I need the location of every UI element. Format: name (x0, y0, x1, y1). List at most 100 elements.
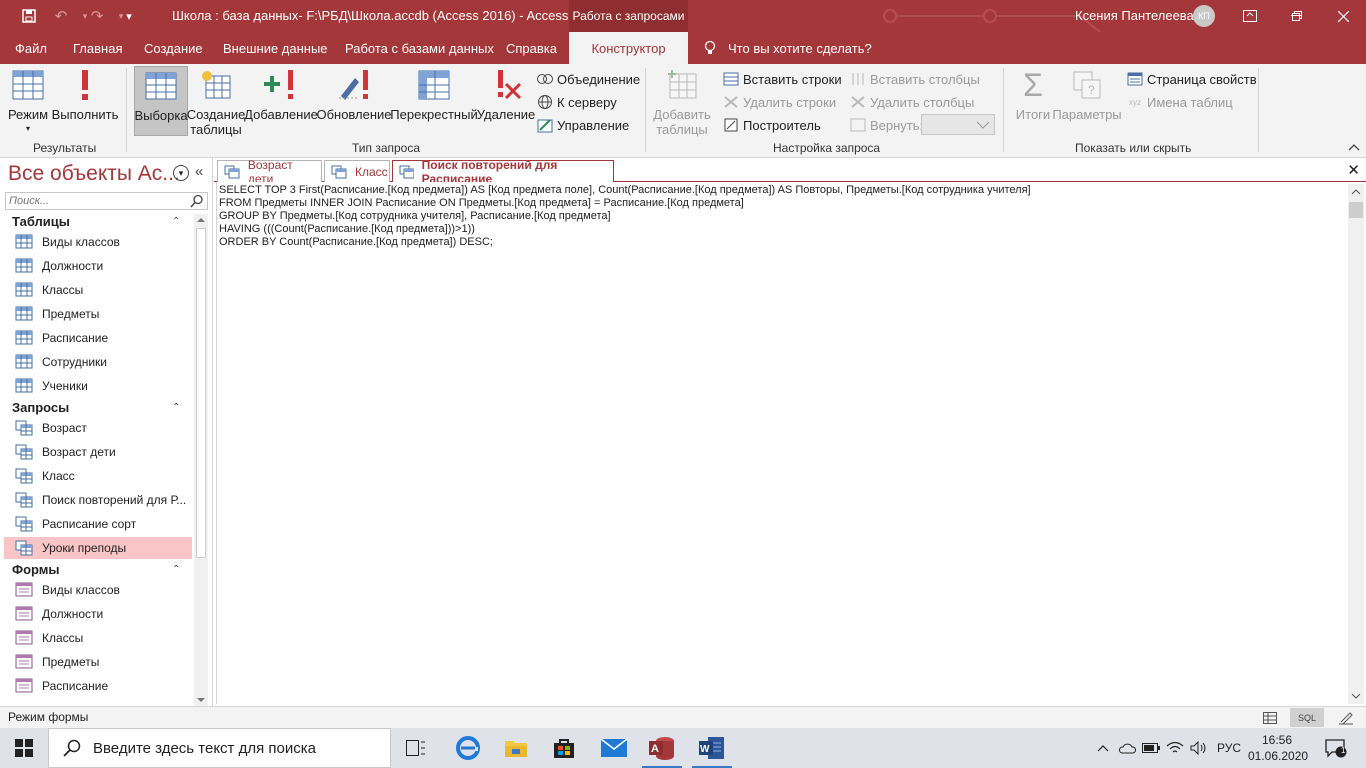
tell-me-box[interactable]: Что вы хотите сделать? (704, 32, 872, 64)
collapse-group-icon[interactable]: ⌃ (172, 564, 180, 575)
parameters-button[interactable]: ? Параметры (1052, 68, 1122, 122)
input-language[interactable]: РУС (1212, 728, 1246, 768)
restore-icon[interactable] (1274, 0, 1320, 32)
delete-query-button[interactable]: Удаление (477, 68, 535, 122)
tab-design[interactable]: Конструктор (569, 32, 688, 64)
totals-button[interactable]: Σ Итоги (1012, 67, 1054, 123)
datasheet-view-icon[interactable] (1260, 708, 1280, 727)
edge-browser-icon[interactable] (444, 728, 492, 768)
task-view-icon[interactable] (392, 728, 440, 768)
nav-item-form[interactable]: Классы (4, 627, 192, 649)
nav-item-table[interactable]: Расписание (4, 327, 192, 349)
run-button[interactable]: Выполнить (52, 68, 118, 122)
search-icon[interactable] (190, 194, 204, 208)
sql-editor[interactable]: SELECT TOP 3 First(Расписание.[Код предм… (216, 182, 1348, 704)
nav-item-table[interactable]: Сотрудники (4, 351, 192, 373)
return-select[interactable] (921, 114, 995, 135)
nav-item-query[interactable]: Возраст дети (4, 441, 192, 463)
sql-scrollbar[interactable] (1348, 184, 1364, 704)
design-view-icon[interactable] (1334, 708, 1358, 727)
collapse-ribbon-icon[interactable] (1348, 142, 1360, 154)
nav-item-table[interactable]: Ученики (4, 375, 192, 397)
select-query-button[interactable]: Выборка (134, 66, 188, 136)
update-query-button[interactable]: Обновление (316, 68, 392, 122)
tab-help[interactable]: Справка (506, 32, 557, 64)
system-clock[interactable]: 16:56 01.06.2020 (1248, 732, 1308, 764)
shutter-bar-close-icon[interactable]: « (195, 163, 203, 180)
insert-columns-button[interactable]: Вставить столбцы (850, 69, 980, 89)
data-definition-button[interactable]: Управление (537, 115, 629, 135)
tab-external-data[interactable]: Внешние данные (223, 32, 328, 64)
battery-icon[interactable] (1140, 728, 1162, 768)
onedrive-cloud-icon[interactable] (1116, 728, 1138, 768)
crosstab-query-button[interactable]: Перекрестный (390, 68, 478, 122)
nav-item-query-selected[interactable]: Уроки преподы (4, 537, 192, 559)
sql-view-button[interactable]: SQL (1290, 708, 1324, 727)
windows-start-icon[interactable] (0, 728, 48, 768)
passthrough-query-button[interactable]: К серверу (537, 92, 617, 112)
nav-scroll-thumb[interactable] (196, 228, 206, 558)
nav-group-forms[interactable]: Формы (12, 562, 60, 577)
builder-button[interactable]: Построитель (723, 115, 821, 135)
nav-item-table[interactable]: Классы (4, 279, 192, 301)
word-app-icon[interactable]: W (688, 728, 736, 768)
doc-tab-query[interactable]: Возраст дети (217, 158, 322, 186)
collapse-group-icon[interactable]: ⌃ (172, 402, 180, 413)
wifi-icon[interactable] (1164, 728, 1186, 768)
user-name[interactable]: Ксения Пантелеева (1075, 8, 1194, 23)
ribbon-display-options-icon[interactable] (1227, 0, 1273, 32)
close-icon[interactable] (1320, 0, 1366, 32)
delete-rows-button[interactable]: Удалить строки (723, 92, 836, 112)
notifications-icon[interactable]: 1 (1316, 728, 1356, 768)
nav-item-form[interactable]: Должности (4, 603, 192, 625)
nav-menu-chevron-icon[interactable]: ▾ (173, 165, 189, 181)
mail-icon[interactable] (590, 728, 638, 768)
collapse-group-icon[interactable]: ⌃ (172, 216, 180, 227)
union-query-button[interactable]: Объединение (537, 69, 640, 89)
tab-home[interactable]: Главная (73, 32, 122, 64)
doc-tab-query[interactable]: Класс (324, 160, 390, 182)
nav-item-query[interactable]: Поиск повторений для Р... (4, 489, 192, 511)
insert-rows-button[interactable]: Вставить строки (723, 69, 842, 89)
tab-file[interactable]: Файл (15, 32, 47, 64)
nav-search-input[interactable] (5, 192, 208, 210)
view-mode-button[interactable]: Режим ▾ (6, 68, 50, 133)
doc-tab-active[interactable]: Поиск повторений для Расписание (392, 158, 614, 186)
make-table-button[interactable]: Создание таблицы (187, 68, 245, 137)
scroll-up-icon[interactable] (194, 214, 208, 226)
nav-item-table[interactable]: Должности (4, 255, 192, 277)
nav-pane-title[interactable]: Все объекты Ac... (8, 162, 180, 186)
delete-columns-button[interactable]: Удалить столбцы (850, 92, 974, 112)
nav-item-table[interactable]: Предметы (4, 303, 192, 325)
file-explorer-icon[interactable] (492, 728, 540, 768)
customize-qat-icon[interactable]: ▾ (114, 0, 144, 32)
nav-item-form[interactable]: Виды классов (4, 579, 192, 601)
nav-item-form[interactable]: Предметы (4, 651, 192, 673)
table-names-button[interactable]: xyz Имена таблиц (1127, 92, 1233, 112)
nav-item-query[interactable]: Класс (4, 465, 192, 487)
nav-group-queries[interactable]: Запросы (12, 400, 69, 415)
property-sheet-button[interactable]: Страница свойств (1127, 69, 1257, 89)
nav-item-query[interactable]: Возраст (4, 417, 192, 439)
append-query-button[interactable]: Добавление (244, 68, 318, 122)
save-icon[interactable] (14, 0, 44, 32)
tab-create[interactable]: Создание (144, 32, 203, 64)
show-table-button[interactable]: Добавить таблицы (652, 68, 712, 137)
volume-icon[interactable] (1188, 728, 1210, 768)
access-app-icon[interactable]: A (638, 728, 686, 768)
scroll-up-icon[interactable] (1348, 186, 1364, 198)
taskbar-search-box[interactable]: Введите здесь текст для поиска (48, 728, 391, 768)
sql-scroll-thumb[interactable] (1349, 202, 1363, 218)
scroll-down-icon[interactable] (1348, 690, 1364, 702)
close-document-icon[interactable]: ✕ (1347, 161, 1360, 179)
scroll-down-icon[interactable] (194, 694, 208, 706)
nav-scrollbar[interactable] (194, 214, 208, 706)
avatar[interactable]: КП (1193, 5, 1215, 27)
nav-item-table[interactable]: Виды классов (4, 231, 192, 253)
store-icon[interactable] (540, 728, 588, 768)
show-hidden-icons-chevron-icon[interactable] (1094, 728, 1112, 768)
nav-item-query[interactable]: Расписание сорт (4, 513, 192, 535)
tab-database-tools[interactable]: Работа с базами данных (345, 32, 494, 64)
nav-group-tables[interactable]: Таблицы (12, 214, 70, 229)
nav-item-form[interactable]: Расписание (4, 675, 192, 697)
